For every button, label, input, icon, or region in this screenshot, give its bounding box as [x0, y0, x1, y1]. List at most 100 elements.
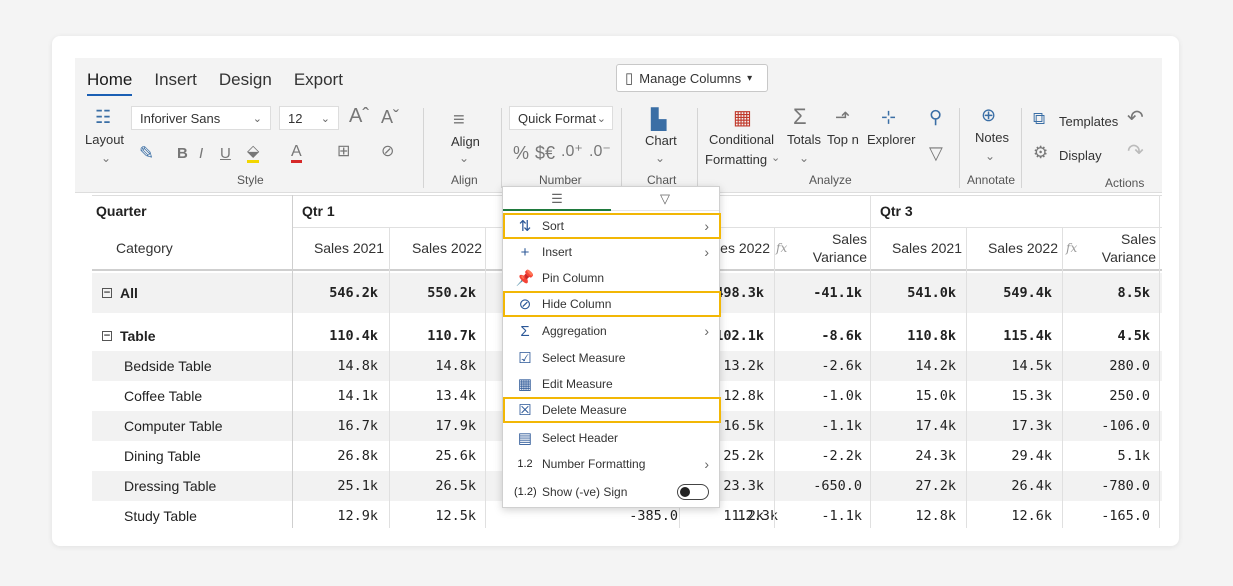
- value-cell[interactable]: 12.6k: [966, 501, 1052, 528]
- totals-label[interactable]: Totals: [787, 132, 821, 147]
- value-cell[interactable]: 110.8k: [870, 321, 956, 351]
- qtr3-header[interactable]: Qtr 3: [880, 195, 913, 227]
- collapse-icon[interactable]: −: [102, 331, 112, 341]
- col-header-sales-variance-q2[interactable]: Sales Variance: [782, 227, 867, 269]
- value-cell[interactable]: 14.8k: [390, 351, 476, 381]
- menu-item-number-formatting[interactable]: 1.2 Number Formatting ›: [503, 451, 721, 477]
- display-label[interactable]: Display: [1059, 148, 1102, 163]
- row-label[interactable]: Bedside Table: [124, 351, 212, 381]
- hide-icon[interactable]: ⊘: [381, 144, 394, 160]
- sigma-icon[interactable]: Σ: [793, 106, 807, 128]
- value-cell[interactable]: 29.4k: [966, 441, 1052, 471]
- menu-item-select-measure[interactable]: ☑ Select Measure: [503, 345, 721, 371]
- value-cell[interactable]: -8.6k: [774, 321, 862, 351]
- value-cell[interactable]: -780.0: [1062, 471, 1150, 501]
- value-cell[interactable]: 546.2k: [292, 273, 378, 313]
- chevron-down-icon[interactable]: ⌄: [655, 152, 665, 164]
- value-cell[interactable]: -165.0: [1062, 501, 1150, 528]
- value-cell[interactable]: 14.5k: [966, 351, 1052, 381]
- row-label[interactable]: Coffee Table: [124, 381, 202, 411]
- qtr1-header[interactable]: Qtr 1: [302, 195, 335, 227]
- increase-font-icon[interactable]: Aˆ: [349, 106, 369, 126]
- topn-label[interactable]: Top n: [827, 132, 859, 147]
- col-header-sales-variance-q3[interactable]: Sales Variance: [1072, 227, 1156, 269]
- menu-item-pin-column[interactable]: 📌 Pin Column: [503, 265, 721, 291]
- chevron-down-icon[interactable]: ⌄: [459, 152, 469, 164]
- value-cell[interactable]: 549.4k: [966, 273, 1052, 313]
- value-cell[interactable]: 12.9k: [292, 501, 378, 528]
- tab-home[interactable]: Home: [87, 70, 133, 96]
- tab-export[interactable]: Export: [294, 70, 343, 96]
- menu-item-insert[interactable]: + Insert ›: [503, 239, 721, 265]
- explorer-label[interactable]: Explorer: [867, 132, 915, 147]
- search-icon[interactable]: ⚲: [929, 108, 942, 126]
- value-cell[interactable]: 14.2k: [870, 351, 956, 381]
- collapse-icon[interactable]: −: [102, 288, 112, 298]
- notes-label[interactable]: Notes: [975, 130, 1009, 145]
- templates-label[interactable]: Templates: [1059, 114, 1118, 129]
- value-cell[interactable]: 5.1k: [1062, 441, 1150, 471]
- border-icon[interactable]: ⊞: [337, 144, 350, 160]
- value-cell[interactable]: -1.1k: [774, 411, 862, 441]
- value-cell[interactable]: 15.0k: [870, 381, 956, 411]
- value-cell[interactable]: 17.9k: [390, 411, 476, 441]
- filter-icon[interactable]: ▽: [929, 144, 943, 162]
- value-cell[interactable]: 115.4k: [966, 321, 1052, 351]
- percent-icon[interactable]: %: [513, 144, 529, 162]
- value-cell[interactable]: 25.1k: [292, 471, 378, 501]
- value-cell[interactable]: -106.0: [1062, 411, 1150, 441]
- value-cell[interactable]: 17.4k: [870, 411, 956, 441]
- menu-item-sort[interactable]: ⇅ Sort ›: [503, 213, 721, 239]
- value-cell[interactable]: 280.0: [1062, 351, 1150, 381]
- menu-item-edit-measure[interactable]: ▦ Edit Measure: [503, 371, 721, 397]
- value-cell[interactable]: 4.5k: [1062, 321, 1150, 351]
- chart-icon[interactable]: ▙: [651, 110, 666, 130]
- value-cell[interactable]: 16.7k: [292, 411, 378, 441]
- value-cell[interactable]: -2.6k: [774, 351, 862, 381]
- chevron-down-icon[interactable]: ⌄: [985, 150, 995, 162]
- gear-icon[interactable]: ⚙: [1033, 144, 1048, 161]
- bold-icon[interactable]: B: [177, 146, 188, 161]
- value-cell[interactable]: 110.4k: [292, 321, 378, 351]
- layout-icon[interactable]: ☷: [95, 108, 111, 126]
- value-cell[interactable]: 24.3k: [870, 441, 956, 471]
- increase-decimal-icon[interactable]: .0⁺: [561, 144, 583, 160]
- row-label[interactable]: Computer Table: [124, 411, 223, 441]
- chevron-down-icon[interactable]: ⌄: [101, 152, 111, 164]
- col-header-sales-2022-q3[interactable]: Sales 2022: [968, 227, 1058, 269]
- currency-icon[interactable]: $€: [535, 144, 555, 162]
- align-label[interactable]: Align: [451, 134, 480, 149]
- chevron-down-icon[interactable]: ⌄: [771, 153, 780, 164]
- value-cell[interactable]: 15.3k: [966, 381, 1052, 411]
- value-cell[interactable]: -41.1k: [774, 273, 862, 313]
- conditional-formatting-icon[interactable]: ▦: [733, 108, 752, 128]
- row-label[interactable]: Study Table: [124, 501, 197, 528]
- row-label[interactable]: − Table: [102, 321, 156, 351]
- value-cell[interactable]: 110.7k: [390, 321, 476, 351]
- value-cell[interactable]: 12.5k: [390, 501, 476, 528]
- value-cell[interactable]: -650.0: [774, 471, 862, 501]
- value-cell[interactable]: 17.3k: [966, 411, 1052, 441]
- value-cell[interactable]: 550.2k: [390, 273, 476, 313]
- decrease-decimal-icon[interactable]: .0⁻: [589, 144, 611, 160]
- value-cell[interactable]: 14.1k: [292, 381, 378, 411]
- redo-icon[interactable]: ↷: [1127, 142, 1144, 162]
- col-header-sales-2021-q3[interactable]: Sales 2021: [872, 227, 962, 269]
- value-cell[interactable]: -2.2k: [774, 441, 862, 471]
- value-cell[interactable]: -1.1k: [774, 501, 862, 528]
- notes-icon[interactable]: ⊕: [981, 106, 996, 124]
- value-cell[interactable]: 26.5k: [390, 471, 476, 501]
- menu-tab-filter[interactable]: ▽: [611, 187, 719, 210]
- fill-color-icon[interactable]: ⬙: [247, 144, 260, 163]
- top-n-icon[interactable]: ⬏: [835, 108, 850, 126]
- manage-columns-button[interactable]: ▯ Manage Columns ▾: [616, 64, 768, 92]
- italic-icon[interactable]: I: [199, 146, 203, 161]
- row-label[interactable]: Dining Table: [124, 441, 201, 471]
- value-cell[interactable]: -1.0k: [774, 381, 862, 411]
- value-cell[interactable]: 13.4k: [390, 381, 476, 411]
- templates-icon[interactable]: ⧉: [1033, 110, 1045, 127]
- quick-format-select[interactable]: Quick Format ⌄: [509, 106, 613, 130]
- undo-icon[interactable]: ↶: [1127, 108, 1144, 128]
- tab-design[interactable]: Design: [219, 70, 272, 96]
- decrease-font-icon[interactable]: Aˇ: [381, 108, 399, 126]
